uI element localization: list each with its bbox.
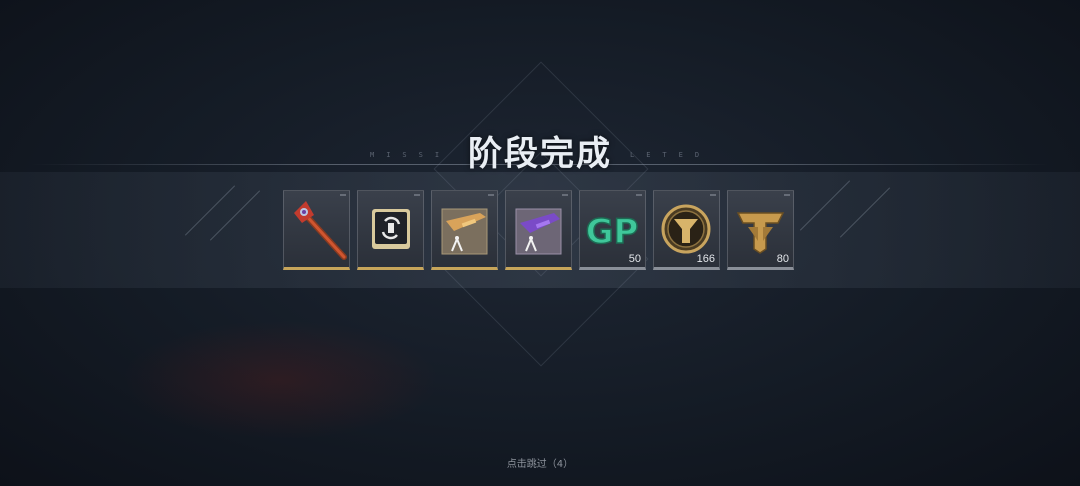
background-glow bbox=[120, 320, 440, 440]
tap-to-skip-hint[interactable]: 点击跳过（4） bbox=[0, 455, 1080, 470]
reward-card-coin[interactable]: 166 bbox=[653, 190, 720, 270]
purple-rifle-blueprint-icon bbox=[515, 208, 562, 255]
reward-count: 80 bbox=[776, 253, 789, 265]
reward-card-gold-rifle[interactable] bbox=[431, 190, 498, 270]
gold-rifle-blueprint-icon bbox=[441, 208, 488, 255]
reward-count: 50 bbox=[628, 253, 641, 265]
stage-complete-title: 阶段完成 bbox=[468, 134, 612, 174]
magic-staff-icon bbox=[294, 201, 347, 260]
reward-card-emblem[interactable]: 80 bbox=[727, 190, 794, 270]
swap-card-icon bbox=[372, 209, 410, 249]
reward-card-swap[interactable] bbox=[357, 190, 424, 270]
reward-card-gp[interactable]: GP 50 bbox=[579, 190, 646, 270]
reward-count: 166 bbox=[696, 253, 715, 265]
svg-text:GP: GP bbox=[586, 212, 639, 252]
reward-card-purple-rifle[interactable] bbox=[505, 190, 572, 270]
reward-card-staff[interactable] bbox=[283, 190, 350, 270]
